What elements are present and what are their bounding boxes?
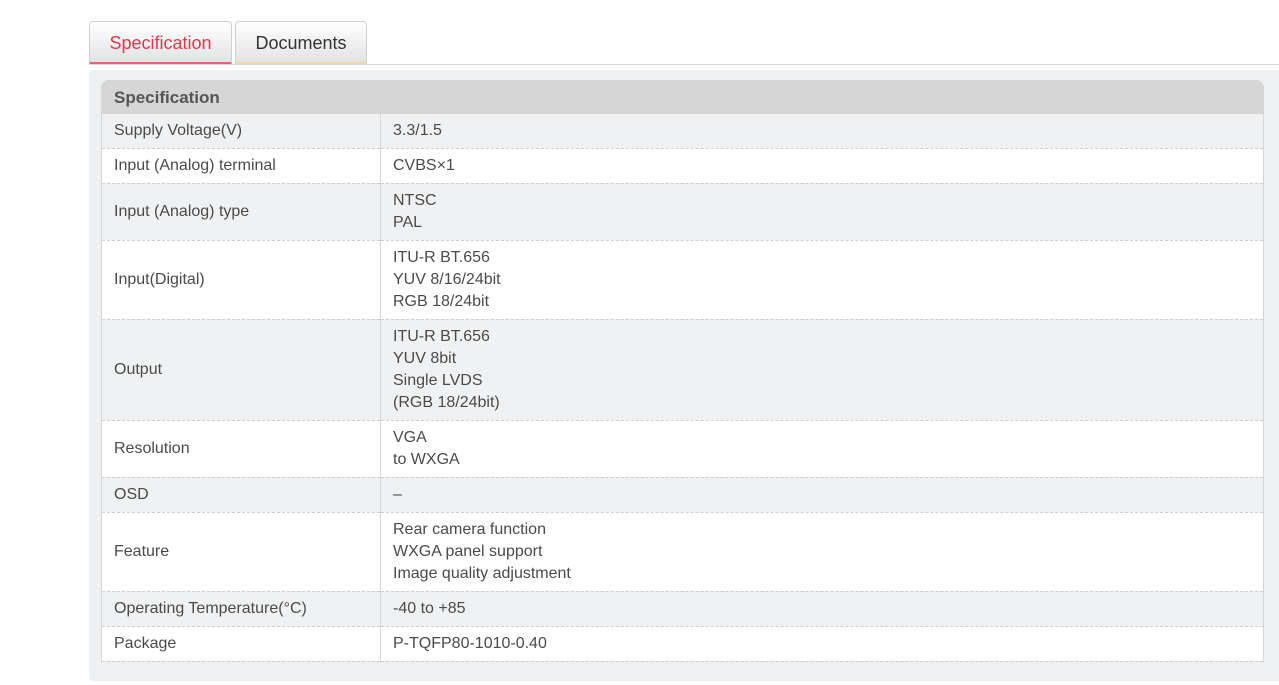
- table-row: OSD –: [101, 477, 1264, 513]
- spec-label: OSD: [101, 477, 381, 513]
- table-row: Feature Rear camera function WXGA panel su…: [101, 512, 1264, 592]
- spec-label: Input(Digital): [101, 240, 381, 320]
- spec-label: Package: [101, 626, 381, 662]
- table-row: Input(Digital) ITU-R BT.656 YUV 8/16/24bit…: [101, 240, 1264, 320]
- spec-value-line: 3.3/1.5: [393, 121, 442, 139]
- spec-value: CVBS×1: [380, 148, 1264, 184]
- spec-label: Output: [101, 319, 381, 421]
- tab-documents[interactable]: Documents: [235, 21, 367, 65]
- spec-table-container: Specification Supply Voltage(V) 3.3/1.5 In…: [101, 80, 1264, 662]
- spec-label: Feature: [101, 512, 381, 592]
- spec-value: Rear camera function WXGA panel support Im…: [380, 512, 1264, 592]
- spec-value: –: [380, 477, 1264, 513]
- table-row: Package P-TQFP80-1010-0.40: [101, 626, 1264, 662]
- spec-value-line: RGB 18/24bit: [393, 292, 490, 310]
- table-row: Output ITU-R BT.656 YUV 8bit Single LVDS (RG…: [101, 319, 1264, 421]
- spec-table: Supply Voltage(V) 3.3/1.5 Input (Analog) t…: [101, 114, 1264, 662]
- table-row: Input (Analog) terminal CVBS×1: [101, 148, 1264, 184]
- spec-value-line: WXGA panel support: [393, 542, 543, 560]
- spec-value-line: YUV 8bit: [393, 349, 457, 367]
- spec-value: ITU-R BT.656 YUV 8/16/24bit RGB 18/24bit: [380, 240, 1264, 320]
- spec-label: Supply Voltage(V): [101, 114, 381, 149]
- spec-label: Resolution: [101, 420, 381, 478]
- spec-value-line: NTSC: [393, 191, 437, 209]
- spec-value-line: Image quality adjustment: [393, 564, 571, 582]
- spec-value-line: ITU-R BT.656: [393, 327, 490, 345]
- spec-value-line: ITU-R BT.656: [393, 248, 490, 266]
- tab-specification[interactable]: Specification: [89, 21, 232, 65]
- spec-value: NTSC PAL: [380, 183, 1264, 241]
- spec-label: Input (Analog) type: [101, 183, 381, 241]
- spec-value-line: –: [393, 485, 402, 503]
- spec-value: ITU-R BT.656 YUV 8bit Single LVDS (RGB 18/2…: [380, 319, 1264, 421]
- spec-label: Input (Analog) terminal: [101, 148, 381, 184]
- tab-divider: [89, 64, 1279, 65]
- spec-value-line: P-TQFP80-1010-0.40: [393, 634, 547, 652]
- spec-value: 3.3/1.5: [380, 114, 1264, 149]
- spec-value: -40 to +85: [380, 591, 1264, 627]
- spec-label: Operating Temperature(°C): [101, 591, 381, 627]
- spec-value: VGA to WXGA: [380, 420, 1264, 478]
- spec-value-line: VGA: [393, 428, 427, 446]
- spec-table-title: Specification: [101, 80, 1264, 114]
- table-row: Input (Analog) type NTSC PAL: [101, 183, 1264, 241]
- table-row: Operating Temperature(°C) -40 to +85: [101, 591, 1264, 627]
- spec-value-line: Single LVDS: [393, 371, 483, 389]
- spec-value-line: PAL: [393, 213, 423, 231]
- spec-value-line: -40 to +85: [393, 599, 466, 617]
- spec-value-line: to WXGA: [393, 450, 460, 468]
- table-row: Supply Voltage(V) 3.3/1.5: [101, 114, 1264, 149]
- table-row: Resolution VGA to WXGA: [101, 420, 1264, 478]
- spec-value-line: YUV 8/16/24bit: [393, 270, 501, 288]
- spec-value-line: (RGB 18/24bit): [393, 393, 500, 411]
- tab-bar: Specification Documents: [89, 21, 367, 65]
- spec-value-line: CVBS×1: [393, 156, 455, 174]
- spec-value-line: Rear camera function: [393, 520, 546, 538]
- spec-value: P-TQFP80-1010-0.40: [380, 626, 1264, 662]
